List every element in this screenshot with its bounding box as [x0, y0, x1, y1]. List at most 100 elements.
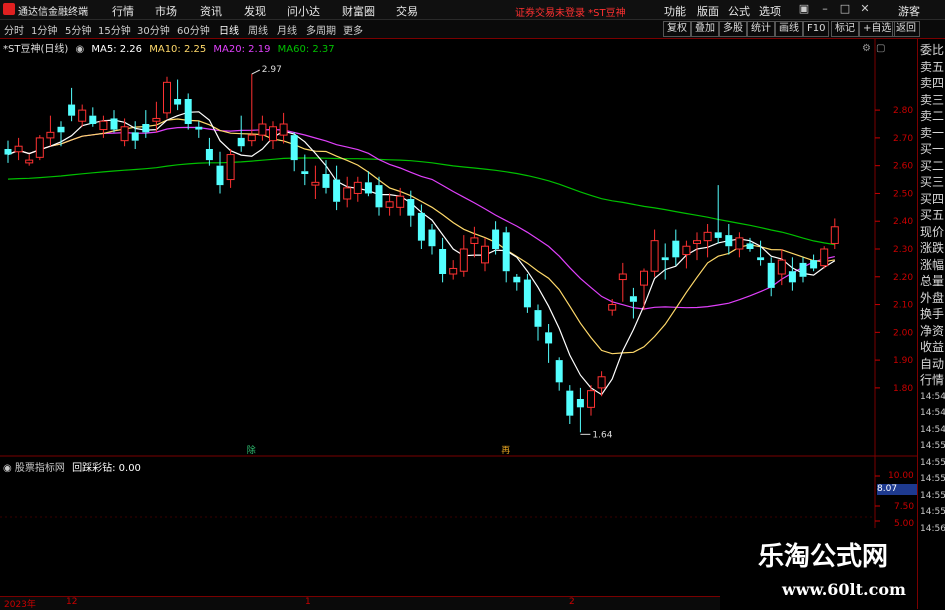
candle[interactable]: [513, 274, 521, 291]
candle[interactable]: [353, 176, 362, 202]
f10-button[interactable]: F10: [803, 21, 830, 37]
period-daily[interactable]: 日线: [219, 22, 239, 37]
candle[interactable]: [714, 185, 722, 244]
candle[interactable]: [682, 240, 691, 269]
candle[interactable]: [650, 229, 659, 277]
candle[interactable]: [35, 135, 44, 161]
candle[interactable]: [333, 165, 341, 211]
candle[interactable]: [226, 149, 235, 188]
candle[interactable]: [25, 154, 34, 166]
candle[interactable]: [725, 224, 733, 255]
period-30min[interactable]: 30分钟: [137, 22, 170, 37]
candle[interactable]: [767, 257, 775, 297]
candle[interactable]: [131, 121, 139, 149]
candle[interactable]: [799, 257, 807, 283]
close-icon[interactable]: ✕: [858, 2, 872, 16]
candle[interactable]: [693, 232, 701, 261]
period-5min[interactable]: 5分钟: [65, 22, 91, 37]
period-monthly[interactable]: 月线: [277, 22, 297, 37]
indicator-name[interactable]: 股票指标网: [15, 463, 65, 474]
candle[interactable]: [89, 107, 97, 127]
candle[interactable]: [14, 137, 23, 161]
candle[interactable]: [459, 235, 468, 277]
candle[interactable]: [640, 268, 648, 311]
candle[interactable]: [205, 137, 213, 166]
menu-layout[interactable]: 版面: [697, 3, 719, 19]
candle[interactable]: [502, 226, 510, 283]
menu-trade[interactable]: 交易: [396, 3, 418, 19]
candle[interactable]: [184, 93, 192, 130]
candle[interactable]: [385, 193, 394, 216]
candle[interactable]: [470, 226, 479, 258]
menu-news[interactable]: 资讯: [200, 3, 222, 19]
menu-formula[interactable]: 公式: [728, 3, 750, 19]
candle[interactable]: [618, 262, 627, 302]
candle[interactable]: [216, 151, 224, 194]
period-60min[interactable]: 60分钟: [177, 22, 210, 37]
candle[interactable]: [99, 115, 108, 138]
candle[interactable]: [576, 387, 584, 433]
candle[interactable]: [545, 324, 553, 363]
candle[interactable]: [672, 229, 680, 266]
draw-button[interactable]: 画线: [775, 21, 803, 37]
candle[interactable]: [247, 74, 256, 147]
candle[interactable]: [439, 237, 447, 283]
candle[interactable]: [279, 112, 288, 144]
candle[interactable]: [311, 165, 320, 199]
candle[interactable]: [735, 232, 744, 258]
candle[interactable]: [566, 385, 574, 424]
candle[interactable]: [820, 246, 829, 269]
candle[interactable]: [46, 115, 55, 147]
candle[interactable]: [68, 87, 76, 122]
candle[interactable]: [322, 160, 330, 194]
period-multi[interactable]: 多周期: [306, 22, 336, 37]
candle[interactable]: [120, 118, 129, 147]
candle[interactable]: [417, 204, 425, 249]
overlay-button[interactable]: 叠加: [691, 21, 719, 37]
candle[interactable]: [364, 171, 372, 197]
indicator-toggle-icon[interactable]: ◉: [3, 463, 12, 474]
candle[interactable]: [523, 274, 531, 313]
menu-wealth[interactable]: 财富圈: [342, 3, 375, 19]
candle[interactable]: [428, 224, 436, 255]
candle[interactable]: [163, 76, 171, 119]
candle[interactable]: [258, 115, 267, 141]
minimize-icon[interactable]: –: [818, 2, 832, 16]
candle[interactable]: [110, 110, 118, 133]
back-button[interactable]: 返回: [892, 21, 920, 37]
period-15min[interactable]: 15分钟: [98, 22, 131, 37]
menu-function[interactable]: 功能: [664, 3, 686, 19]
candle[interactable]: [343, 176, 352, 208]
candle[interactable]: [174, 79, 182, 111]
period-1min[interactable]: 1分钟: [31, 22, 57, 37]
candle[interactable]: [78, 104, 87, 127]
candle[interactable]: [4, 140, 12, 163]
menu-discover[interactable]: 发现: [244, 3, 266, 19]
menu-options[interactable]: 选项: [759, 3, 781, 19]
candle[interactable]: [407, 190, 415, 227]
candle[interactable]: [449, 260, 458, 280]
stats-button[interactable]: 统计: [747, 21, 775, 37]
period-tick[interactable]: 分时: [4, 22, 24, 37]
candle[interactable]: [703, 224, 712, 258]
candlestick-chart[interactable]: 2.80 2.70 2.60 2.50 2.40 2.30 2.20 2.10 2.00 1.90…: [0, 39, 917, 596]
candle[interactable]: [661, 243, 669, 280]
candle[interactable]: [777, 249, 786, 286]
skin-icon[interactable]: ▣: [797, 2, 811, 16]
candle[interactable]: [481, 237, 489, 272]
candle[interactable]: [195, 121, 203, 138]
candle[interactable]: [555, 357, 563, 391]
candle[interactable]: [492, 221, 500, 255]
add-watchlist-button[interactable]: +自选: [859, 21, 896, 37]
multi-stock-button[interactable]: 多股: [719, 21, 747, 37]
menu-quotes[interactable]: 行情: [112, 3, 134, 19]
maximize-icon[interactable]: □: [838, 2, 852, 16]
candle[interactable]: [629, 287, 637, 319]
candle[interactable]: [290, 132, 298, 172]
candle[interactable]: [810, 254, 818, 272]
menu-ask[interactable]: 问小达: [287, 3, 320, 19]
menu-market[interactable]: 市场: [155, 3, 177, 19]
candle[interactable]: [608, 299, 617, 316]
candle[interactable]: [301, 154, 309, 186]
adjust-button[interactable]: 复权: [663, 21, 691, 37]
